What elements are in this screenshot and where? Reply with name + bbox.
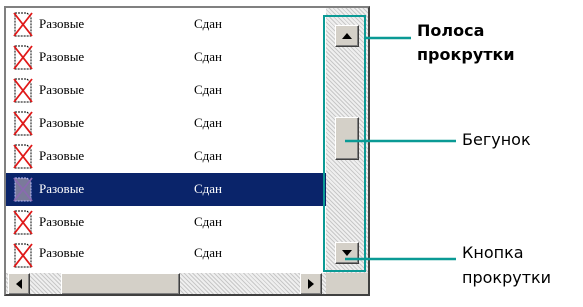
horizontal-scroll-thumb[interactable]	[61, 273, 180, 294]
scroll-down-button[interactable]	[335, 242, 359, 264]
arrow-left-icon	[16, 279, 22, 289]
crossed-document-icon	[13, 210, 33, 235]
horizontal-scrollbar[interactable]	[6, 273, 326, 294]
list-item-selected[interactable]: Разовые Сдан	[6, 173, 326, 206]
records-list[interactable]: Разовые Сдан Разовые Сдан Разовые Сдан Р…	[6, 8, 326, 273]
type-cell: Разовые	[39, 82, 85, 97]
crossed-document-icon	[13, 243, 33, 268]
crossed-document-icon	[13, 45, 33, 70]
crossed-document-icon	[13, 111, 33, 136]
type-cell: Разовые	[39, 115, 85, 130]
arrow-right-icon	[308, 279, 314, 289]
status-cell: Сдан	[194, 115, 223, 130]
list-item[interactable]: Разовые Сдан	[6, 41, 326, 74]
list-item[interactable]: Разовые Сдан	[6, 8, 326, 41]
scroll-up-button[interactable]	[335, 25, 359, 47]
list-item[interactable]: Разовые Сдан	[6, 107, 326, 140]
status-cell: Сдан	[194, 16, 223, 31]
scroll-left-button[interactable]	[8, 273, 30, 294]
list-item[interactable]: Разовые Сдан	[6, 74, 326, 107]
status-cell: Сдан	[194, 214, 223, 229]
type-cell: Разовые	[39, 245, 85, 260]
callout-scrollbar-line1: Полоса	[417, 21, 485, 40]
status-cell: Сдан	[194, 181, 223, 196]
type-cell: Разовые	[39, 214, 85, 229]
type-cell: Разовые	[39, 16, 85, 31]
arrow-up-icon	[342, 33, 352, 39]
status-cell: Сдан	[194, 82, 223, 97]
type-cell: Разовые	[39, 148, 85, 163]
list-item[interactable]: Разовые Сдан	[6, 140, 326, 173]
crossed-document-icon	[13, 78, 33, 103]
callout-button-line2: прокрутки	[462, 268, 552, 287]
type-cell: Разовые	[39, 181, 85, 196]
status-cell: Сдан	[194, 148, 223, 163]
status-cell: Сдан	[194, 245, 223, 260]
crossed-document-icon	[13, 144, 33, 169]
list-window: Разовые Сдан Разовые Сдан Разовые Сдан Р…	[4, 6, 370, 296]
arrow-down-icon	[342, 250, 352, 256]
scrollbar-corner	[326, 273, 368, 294]
callout-button-line1: Кнопка	[462, 243, 524, 262]
scroll-right-button[interactable]	[300, 273, 322, 294]
list-item[interactable]: Разовые Сдан	[6, 239, 326, 272]
callout-scrollbar-line2: прокрутки	[417, 45, 515, 64]
list-item[interactable]: Разовые Сдан	[6, 206, 326, 239]
type-cell: Разовые	[39, 49, 85, 64]
scroll-thumb[interactable]	[335, 117, 359, 160]
callout-thumb: Бегунок	[462, 130, 531, 149]
vertical-scrollbar[interactable]	[326, 8, 368, 273]
crossed-document-icon	[13, 177, 33, 202]
status-cell: Сдан	[194, 49, 223, 64]
crossed-document-icon	[13, 12, 33, 37]
